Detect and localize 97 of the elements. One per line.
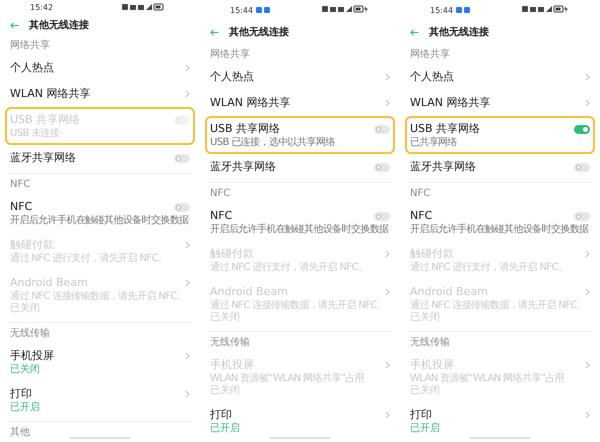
row-title: USB 共享网络 xyxy=(210,121,282,136)
section-header: 其他 xyxy=(9,426,31,440)
home-indicator xyxy=(470,437,530,439)
clock-time: 15:44 xyxy=(230,6,254,14)
notification-icons xyxy=(256,7,272,13)
row-title: 个人热点 xyxy=(10,60,55,76)
row-description: USB 已连接，选中以共享网络 xyxy=(210,137,336,149)
settings-row[interactable]: 打印 已开启 xyxy=(205,402,395,440)
chevron-right-icon xyxy=(185,241,190,249)
row-title: 蓝牙共享网络 xyxy=(210,159,277,175)
chevron-right-icon xyxy=(385,250,390,258)
settings-row[interactable]: NFC 开启后允许手机在触碰其他设备时交换数据 xyxy=(405,203,595,241)
chevron-right-icon xyxy=(185,352,190,360)
settings-row[interactable]: 个人热点 xyxy=(405,64,595,90)
settings-row[interactable]: USB 共享网络 已共享网络 xyxy=(405,116,595,154)
settings-row[interactable]: NFC 开启后允许手机在触碰其他设备时交换数据 xyxy=(5,194,195,232)
chevron-right-icon xyxy=(585,99,590,107)
toggle-switch[interactable] xyxy=(574,162,590,172)
row-title: NFC xyxy=(210,208,234,224)
toggle-switch[interactable] xyxy=(574,212,590,220)
chevron-right-icon xyxy=(585,73,590,81)
back-arrow-icon[interactable] xyxy=(210,28,219,36)
section-header: NFC xyxy=(409,187,432,201)
home-indicator xyxy=(70,437,130,439)
chevron-right-icon xyxy=(385,73,390,81)
back-arrow-icon[interactable] xyxy=(10,22,19,29)
home-indicator xyxy=(270,437,330,439)
notification-icons xyxy=(456,7,472,13)
row-description: 已共享网络 xyxy=(410,137,458,149)
page-title: 其他无线连接 xyxy=(229,26,289,39)
settings-row[interactable]: 蓝牙共享网络 xyxy=(205,154,395,180)
row-status: 已开启 xyxy=(210,423,241,435)
row-title: 个人热点 xyxy=(410,69,455,85)
chevron-right-icon xyxy=(385,411,390,419)
row-title: 打印 xyxy=(210,407,233,422)
row-title: 打印 xyxy=(410,407,433,422)
row-title: USB 共享网络 xyxy=(410,121,482,136)
section-header: 网络共享 xyxy=(209,48,251,62)
toggle-switch[interactable] xyxy=(374,124,390,134)
section-header: NFC xyxy=(209,187,232,201)
settings-row[interactable]: 打印 已开启 xyxy=(5,381,195,419)
chevron-right-icon xyxy=(585,250,590,258)
row-title: 手机投屏 xyxy=(10,348,55,364)
row-title: WLAN 网络共享 xyxy=(210,95,292,111)
row-description: 开启后允许手机在触碰其他设备时交换数据 xyxy=(410,224,590,236)
settings-row[interactable]: USB 共享网络 USB 已连接，选中以共享网络 xyxy=(205,116,395,154)
page-title: 其他无线连接 xyxy=(429,26,489,39)
settings-row[interactable]: NFC 开启后允许手机在触碰其他设备时交换数据 xyxy=(205,203,395,241)
toggle-switch[interactable] xyxy=(174,154,190,162)
chevron-right-icon xyxy=(585,288,590,296)
row-status: 已开启 xyxy=(410,423,441,435)
row-status: 已关闭 xyxy=(10,364,41,376)
page-title: 其他无线连接 xyxy=(29,18,89,32)
settings-row[interactable]: WLAN 网络共享 xyxy=(5,81,195,107)
toggle-switch[interactable] xyxy=(174,202,190,212)
settings-row[interactable]: 蓝牙共享网络 xyxy=(5,145,195,171)
section-header: 无线传输 xyxy=(9,326,51,341)
settings-row[interactable]: 打印 已开启 xyxy=(405,402,595,440)
chevron-right-icon xyxy=(585,411,590,419)
chevron-right-icon xyxy=(385,361,390,369)
settings-row[interactable]: 手机投屏 已关闭 xyxy=(5,343,195,381)
status-icons-drawing xyxy=(522,5,570,13)
chevron-right-icon xyxy=(185,90,190,98)
row-title: 蓝牙共享网络 xyxy=(410,159,477,175)
settings-row[interactable]: 个人热点 xyxy=(205,64,395,90)
chevron-right-icon xyxy=(585,361,590,369)
toggle-switch[interactable] xyxy=(374,162,390,172)
back-arrow-icon[interactable] xyxy=(410,28,419,36)
section-header: NFC xyxy=(9,178,32,192)
section-header: 网络共享 xyxy=(409,48,451,62)
row-title: NFC xyxy=(10,199,34,214)
clock-time: 15:42 xyxy=(30,3,54,12)
section-header: 无线传输 xyxy=(409,336,451,350)
chevron-right-icon xyxy=(185,64,190,72)
row-title: WLAN 网络共享 xyxy=(410,95,492,111)
row-title: 打印 xyxy=(10,386,33,402)
row-title: WLAN 网络共享 xyxy=(10,86,92,102)
chevron-right-icon xyxy=(385,99,390,107)
row-status: 已开启 xyxy=(10,402,41,414)
row-title: 蓝牙共享网络 xyxy=(10,150,77,166)
section-header: 网络共享 xyxy=(9,38,51,53)
settings-row[interactable]: 个人热点 xyxy=(5,55,195,81)
clock-time: 15:44 xyxy=(430,6,454,14)
row-title: NFC xyxy=(410,208,434,224)
toggle-switch[interactable] xyxy=(574,124,590,134)
row-description: 开启后允许手机在触碰其他设备时交换数据 xyxy=(10,215,190,227)
chevron-right-icon xyxy=(385,288,390,296)
row-title: 个人热点 xyxy=(210,69,255,85)
status-icons-drawing xyxy=(322,5,370,13)
settings-row[interactable]: WLAN 网络共享 xyxy=(405,90,595,116)
row-description: 开启后允许手机在触碰其他设备时交换数据 xyxy=(210,224,390,236)
toggle-switch[interactable] xyxy=(374,212,390,220)
settings-row[interactable]: WLAN 网络共享 xyxy=(205,90,395,116)
settings-row[interactable]: 蓝牙共享网络 xyxy=(405,154,595,180)
chevron-right-icon xyxy=(185,279,190,287)
section-header: 无线传输 xyxy=(209,336,251,350)
chevron-right-icon xyxy=(185,390,190,398)
